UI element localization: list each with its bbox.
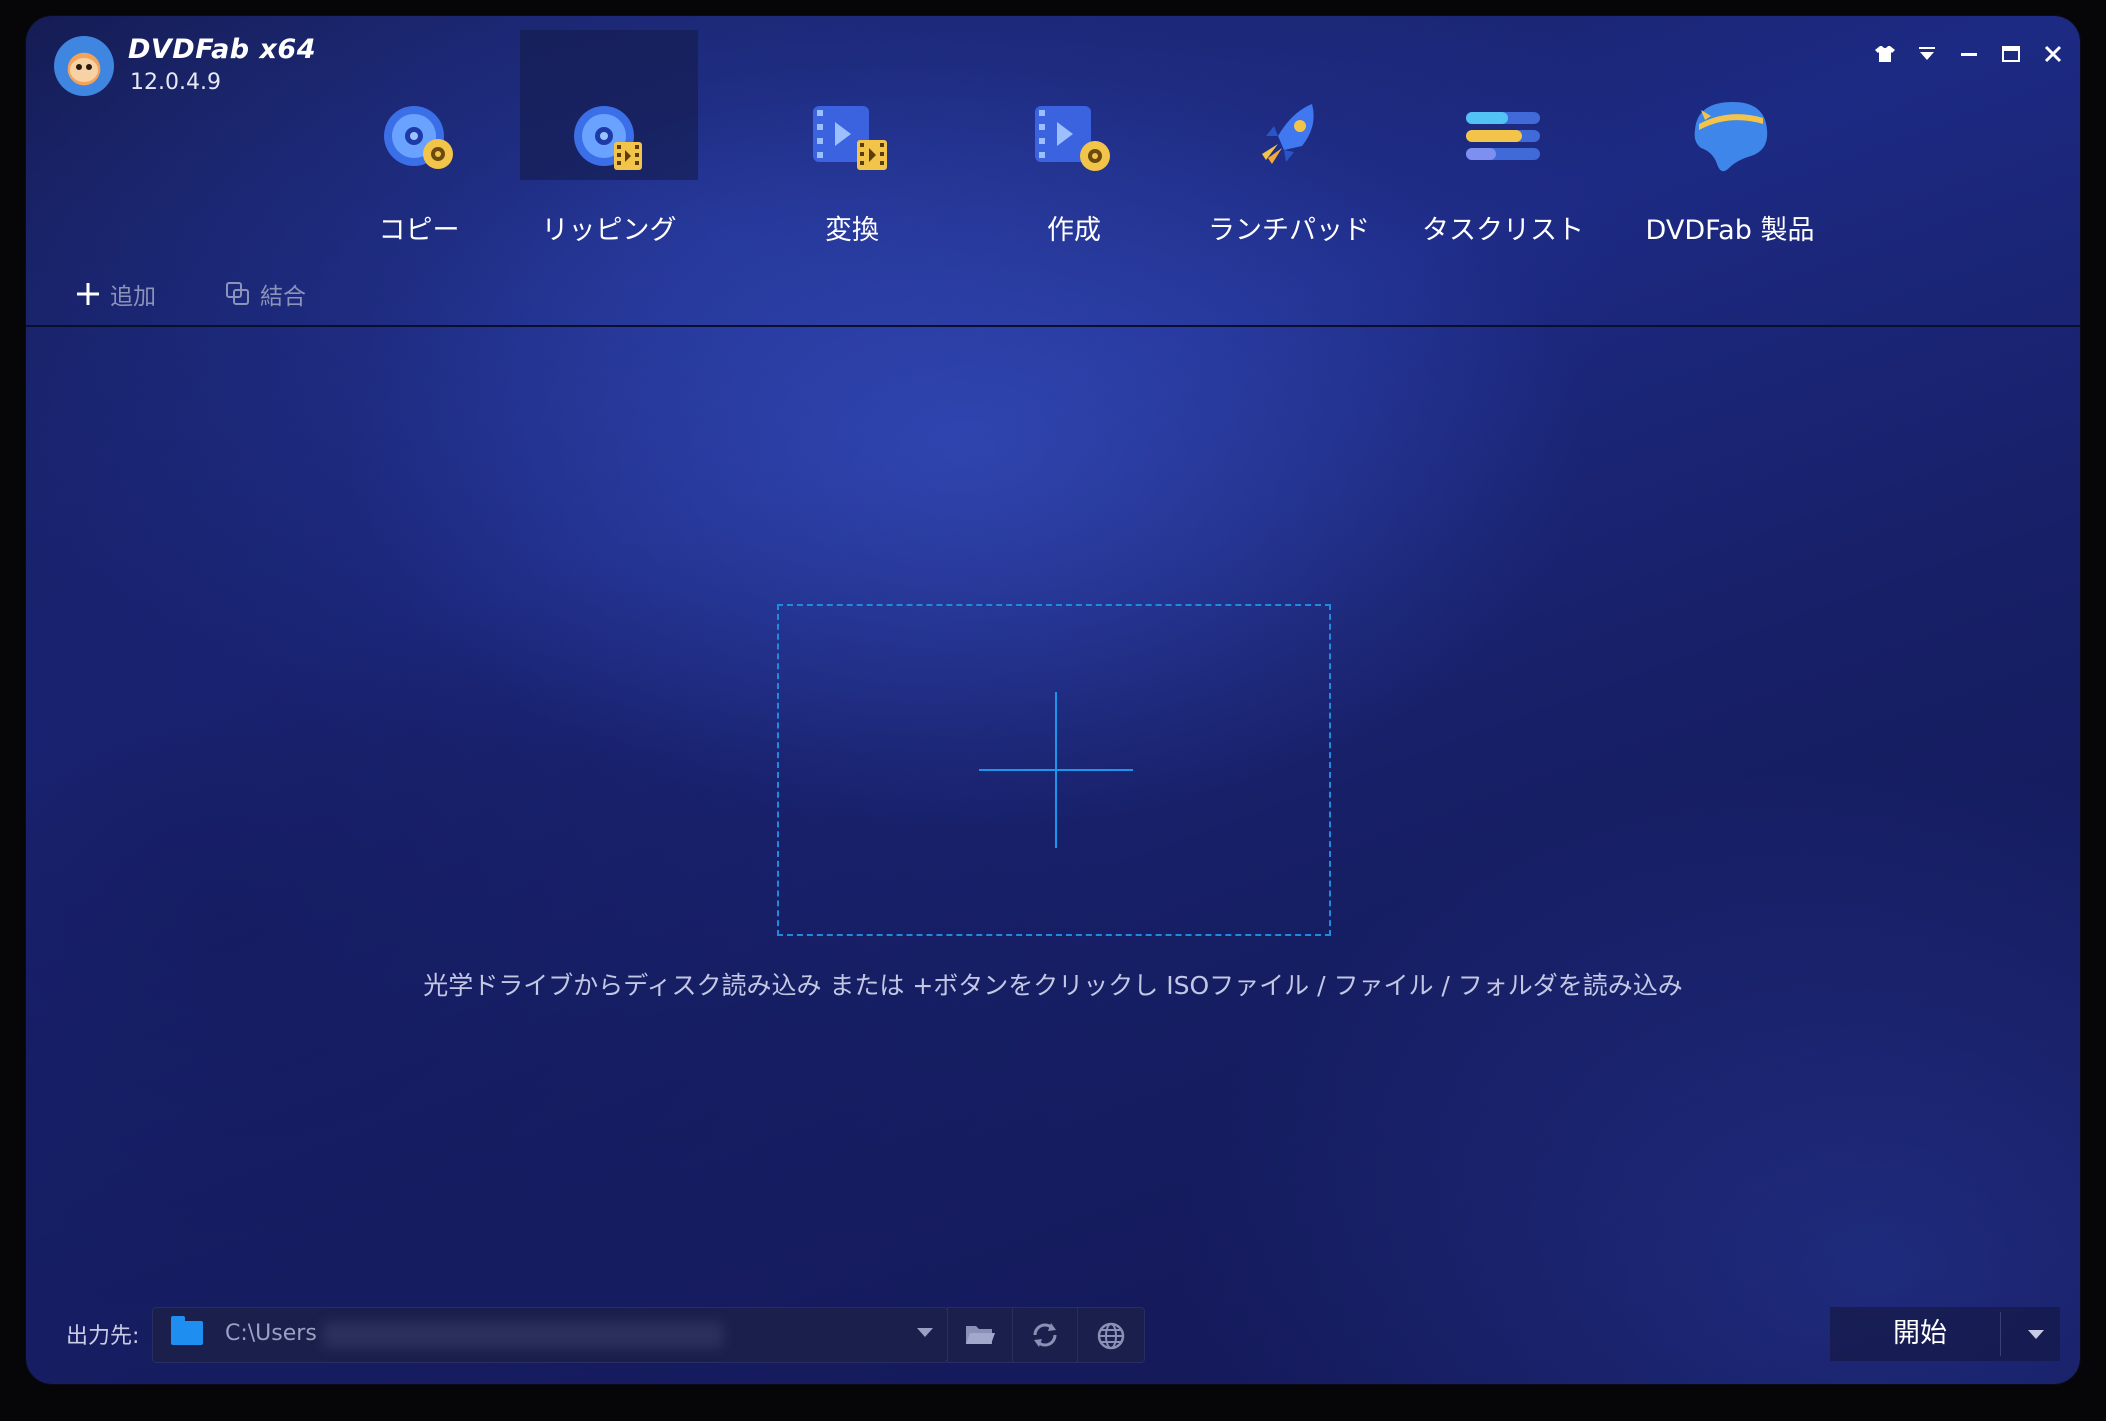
nav-convert[interactable]: 変換 (762, 30, 942, 246)
disc-copy-icon (384, 106, 453, 169)
merge-icon (226, 282, 249, 305)
merge-button[interactable]: 結合 (224, 274, 306, 314)
browse-folder-button[interactable] (947, 1307, 1013, 1363)
web-button[interactable] (1077, 1307, 1145, 1363)
nav-tasklist-label: タスクリスト (1422, 215, 1584, 246)
folder-icon (171, 1316, 203, 1345)
drop-zone[interactable] (777, 604, 1331, 936)
close-icon[interactable] (2038, 44, 2068, 70)
toolbar-divider (26, 325, 2080, 327)
output-path-field[interactable]: C:\Users (152, 1307, 948, 1363)
nav-tasklist[interactable]: タスクリスト (1410, 30, 1596, 246)
dvdfab-product-icon (1694, 102, 1768, 172)
nav-ripping-label: リッピング (541, 215, 677, 246)
globe-icon (1097, 1322, 1125, 1350)
nav-products[interactable]: DVDFab 製品 (1620, 30, 1840, 246)
app-window: DVDFab x64 12.0.4.9 コピー リッピング 変換 作成 ランチパ… (26, 16, 2080, 1384)
nav-launchpad-label: ランチパッド (1208, 215, 1370, 246)
refresh-button[interactable] (1012, 1307, 1078, 1363)
rocket-icon (1262, 104, 1314, 164)
video-create-icon (1035, 106, 1110, 171)
dvdfab-logo-icon (54, 36, 114, 96)
start-divider (2000, 1312, 2001, 1356)
nav-copy-label: コピー (378, 215, 460, 246)
path-redaction (323, 1322, 723, 1348)
chevron-down-icon (2028, 1330, 2044, 1339)
open-folder-icon (966, 1326, 995, 1344)
nav-ripping[interactable]: リッピング (520, 30, 698, 246)
minimize-icon[interactable] (1954, 44, 1984, 70)
add-button[interactable]: 追加 (74, 274, 156, 314)
nav-create-label: 作成 (1047, 215, 1101, 246)
output-label: 出力先: (66, 1324, 140, 1349)
plus-icon (77, 283, 99, 305)
chevron-down-icon[interactable] (917, 1328, 933, 1337)
nav-copy[interactable]: コピー (326, 30, 512, 246)
refresh-icon (1033, 1323, 1057, 1347)
nav-convert-label: 変換 (825, 215, 879, 246)
nav-launchpad[interactable]: ランチパッド (1196, 30, 1382, 246)
menu-icon[interactable] (1912, 44, 1942, 70)
nav-products-label: DVDFab 製品 (1645, 215, 1815, 246)
drop-hint: 光学ドライブからディスク読み込み または +ボタンをクリックし ISOファイル … (423, 971, 1683, 1000)
task-list-icon (1466, 112, 1540, 160)
skin-icon[interactable] (1870, 44, 1900, 70)
disc-rip-icon (574, 106, 642, 170)
app-version: 12.0.4.9 (130, 70, 221, 95)
maximize-icon[interactable] (1996, 44, 2026, 70)
video-convert-icon (813, 106, 887, 170)
output-path-text: C:\Users (225, 1321, 317, 1346)
app-brand: DVDFab x64 (128, 34, 317, 65)
nav-create[interactable]: 作成 (984, 30, 1164, 246)
start-button[interactable]: 開始 (1830, 1307, 2010, 1361)
add-label: 追加 (110, 284, 156, 310)
start-options-button[interactable] (2010, 1307, 2060, 1361)
merge-label: 結合 (260, 284, 306, 310)
